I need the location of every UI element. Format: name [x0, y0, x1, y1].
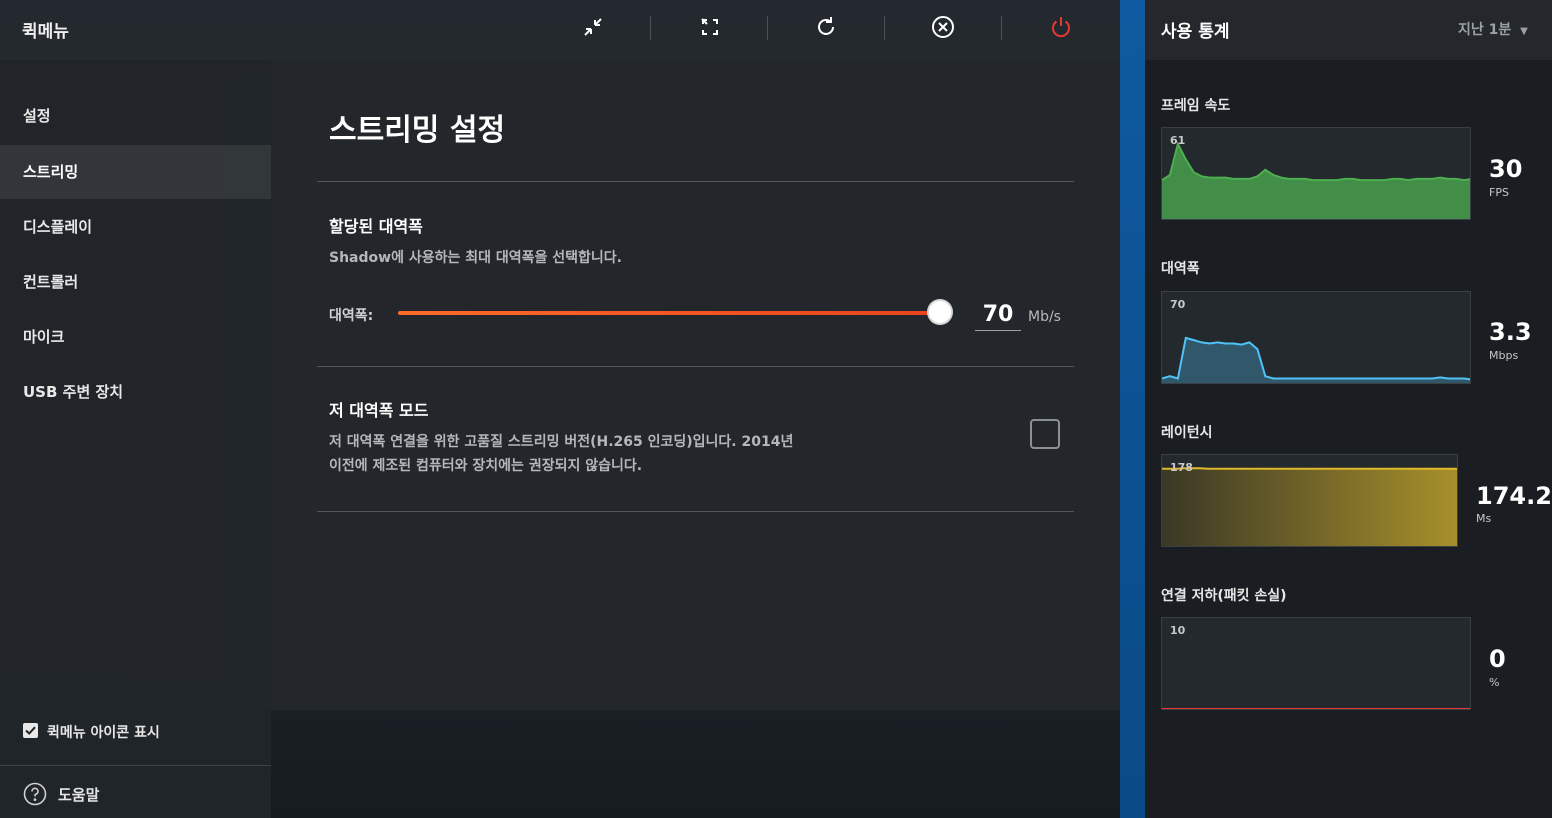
framerate-label: 프레임 속도	[1161, 98, 1231, 114]
background-taskbar-strip	[1120, 0, 1145, 818]
chevron-down-icon: ▼	[1520, 26, 1528, 37]
checkmark-icon	[25, 726, 36, 735]
bandwidth-slider[interactable]	[398, 311, 941, 315]
toolbar-divider	[650, 16, 651, 40]
refresh-button[interactable]	[808, 12, 844, 46]
latency-area	[1162, 468, 1457, 546]
packet-loss-max: 10	[1170, 624, 1186, 637]
bandwidth-description: Shadow에 사용하는 최대 대역폭을 선택합니다.	[329, 250, 622, 266]
latency-graph: 178	[1161, 454, 1458, 547]
power-icon	[1048, 14, 1074, 44]
bandwidth-area	[1162, 337, 1470, 383]
sidebar-item-display[interactable]: 디스플레이	[0, 200, 271, 254]
sidebar-item-usb[interactable]: USB 주변 장치	[0, 365, 271, 419]
latency-line	[1162, 467, 1457, 470]
framerate-area	[1162, 143, 1470, 219]
low-bandwidth-description-line1: 저 대역폭 연결을 위한 고품질 스트리밍 버전(H.265 인코딩)입니다. …	[329, 434, 794, 450]
latency-chart	[1162, 467, 1457, 546]
toolbar-divider	[884, 16, 885, 40]
bandwidth-heading: 할당된 대역폭	[329, 217, 423, 236]
packet-loss-unit: %	[1489, 676, 1500, 689]
framerate-value: 30	[1489, 155, 1523, 183]
panel-footer-area	[271, 710, 1120, 818]
bandwidth-graph: 70	[1161, 291, 1471, 384]
framerate-max: 61	[1170, 134, 1186, 147]
latency-unit: Ms	[1476, 512, 1492, 525]
sidebar-item-controller[interactable]: 컨트롤러	[0, 255, 271, 309]
sidebar-divider	[0, 765, 271, 766]
toolbar-divider	[767, 16, 768, 40]
bandwidth-chart	[1162, 336, 1470, 383]
power-button[interactable]	[1043, 12, 1079, 46]
framerate-graph: 61	[1161, 127, 1471, 220]
bandwidth-stat-unit: Mbps	[1489, 349, 1519, 362]
bandwidth-slider-handle[interactable]	[929, 301, 951, 323]
bandwidth-max: 70	[1170, 298, 1186, 311]
app-title: 퀵메뉴	[22, 22, 69, 42]
sidebar-item-streaming[interactable]: 스트리밍	[0, 145, 271, 199]
sidebar-item-microphone[interactable]: 마이크	[0, 310, 271, 364]
toolbar-divider	[1001, 16, 1002, 40]
help-link[interactable]: 도움말	[58, 784, 99, 805]
help-icon[interactable]	[23, 782, 47, 810]
period-value: 지난 1분	[1458, 22, 1512, 38]
packet-loss-label: 연결 저하(패킷 손실)	[1161, 588, 1287, 604]
stats-title: 사용 통계	[1161, 22, 1230, 42]
bandwidth-value-input[interactable]: 70	[975, 300, 1021, 331]
fullscreen-icon	[697, 14, 723, 44]
section-divider	[317, 181, 1074, 182]
latency-label: 레이턴시	[1161, 425, 1213, 441]
bandwidth-label: 대역폭:	[329, 308, 374, 324]
collapse-button[interactable]	[575, 12, 611, 46]
bandwidth-stat-label: 대역폭	[1161, 261, 1200, 277]
quickmenu-icon-checkbox[interactable]	[23, 723, 38, 738]
latency-max: 178	[1170, 461, 1193, 474]
packet-loss-graph: 10	[1161, 617, 1471, 710]
quickmenu-icon-label: 퀵메뉴 아이콘 표시	[47, 725, 160, 741]
bandwidth-stat-value: 3.3	[1489, 318, 1532, 346]
low-bandwidth-checkbox[interactable]	[1030, 419, 1060, 449]
disconnect-button[interactable]	[925, 12, 961, 46]
packet-loss-chart	[1162, 708, 1470, 709]
sidebar-item-settings[interactable]: 설정	[0, 89, 271, 143]
fullscreen-button[interactable]	[692, 12, 728, 46]
streaming-settings-panel	[271, 60, 1120, 710]
section-divider	[317, 511, 1074, 512]
bandwidth-unit: Mb/s	[1028, 309, 1061, 325]
low-bandwidth-description-line2: 이전에 제조된 컴퓨터와 장치에는 권장되지 않습니다.	[329, 458, 643, 474]
section-divider	[317, 366, 1074, 367]
low-bandwidth-heading: 저 대역폭 모드	[329, 401, 429, 420]
framerate-line	[1162, 141, 1470, 182]
latency-value: 174.2	[1476, 482, 1552, 510]
framerate-chart	[1162, 141, 1470, 219]
packet-loss-value: 0	[1489, 645, 1506, 673]
close-circle-icon	[930, 14, 956, 44]
page-title: 스트리밍 설정	[329, 113, 506, 148]
collapse-icon	[580, 14, 606, 44]
period-dropdown[interactable]: 지난 1분 ▼	[1458, 19, 1528, 39]
framerate-unit: FPS	[1489, 186, 1509, 199]
refresh-icon	[813, 14, 839, 44]
